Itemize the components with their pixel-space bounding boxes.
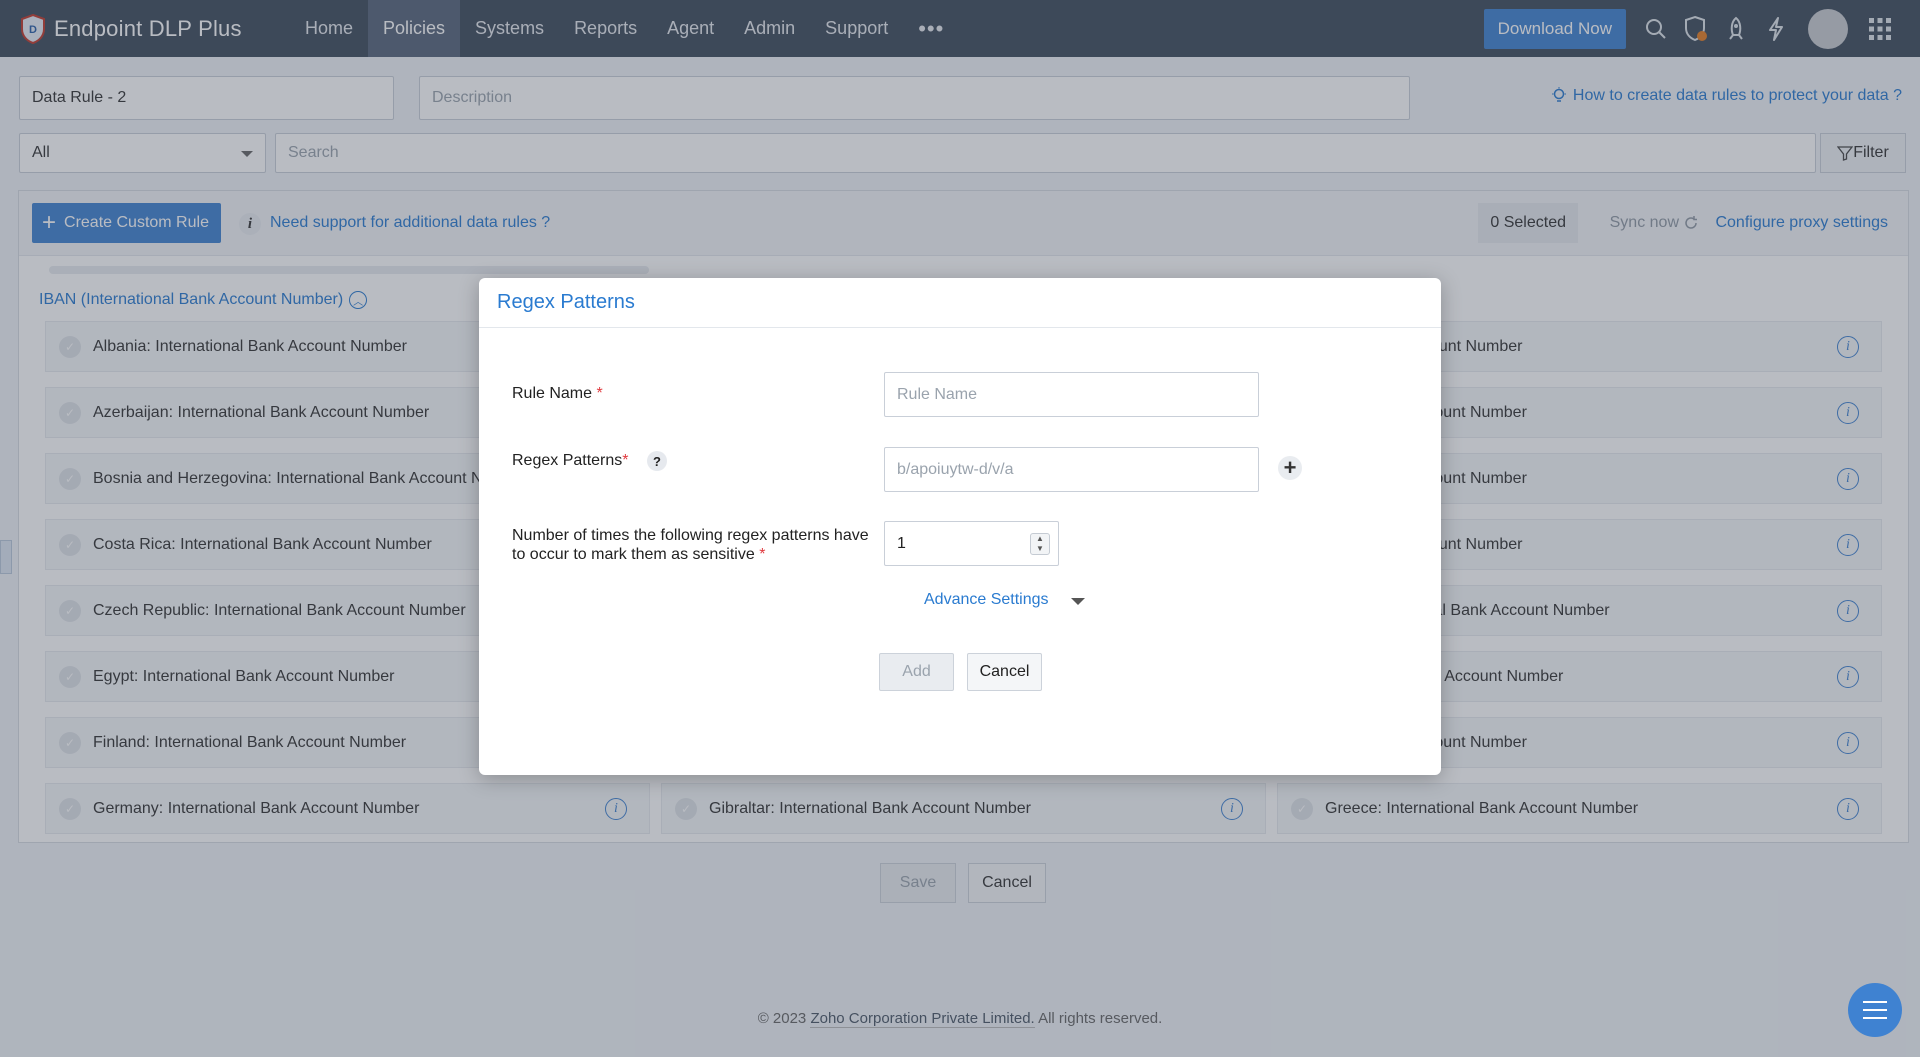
menu-fab-icon[interactable] — [1848, 983, 1902, 1037]
required-mark: * — [596, 385, 603, 402]
occurrence-label-line-1: Number of times the following regex patt… — [512, 527, 869, 544]
regex-patterns-label: Regex Patterns* ? — [512, 451, 667, 471]
occurrence-label-line-2: to occur to mark them as sensitive — [512, 546, 755, 563]
help-icon[interactable]: ? — [646, 451, 667, 471]
advance-settings-label: Advance Settings — [924, 591, 1049, 608]
required-mark: * — [759, 546, 766, 563]
dialog-cancel-button[interactable]: Cancel — [967, 653, 1042, 691]
rule-name-label-text: Rule Name — [512, 385, 593, 402]
regex-pattern-input[interactable]: b/apoiuytw-d/v/a — [884, 447, 1259, 492]
dialog-divider — [479, 327, 1441, 328]
occurrence-label: Number of times the following regex patt… — [512, 526, 869, 564]
dialog-title: Regex Patterns — [497, 291, 635, 313]
add-button[interactable]: Add — [879, 653, 954, 691]
rule-name-label: Rule Name * — [512, 384, 603, 403]
required-mark: * — [622, 452, 629, 470]
regex-patterns-label-text: Regex Patterns — [512, 452, 623, 470]
advance-settings-toggle[interactable]: Advance Settings — [924, 591, 1085, 609]
occurrence-stepper[interactable]: 1 ▲ ▼ — [884, 521, 1059, 566]
caret-down-icon — [1070, 598, 1085, 605]
stepper-arrows-icon[interactable]: ▲ ▼ — [1030, 533, 1050, 555]
occurrence-value: 1 — [897, 534, 906, 552]
rule-name-input[interactable]: Rule Name — [884, 372, 1259, 417]
regex-patterns-dialog: Regex Patterns Rule Name * Rule Name Reg… — [479, 278, 1441, 775]
add-pattern-icon[interactable]: + — [1278, 456, 1302, 480]
